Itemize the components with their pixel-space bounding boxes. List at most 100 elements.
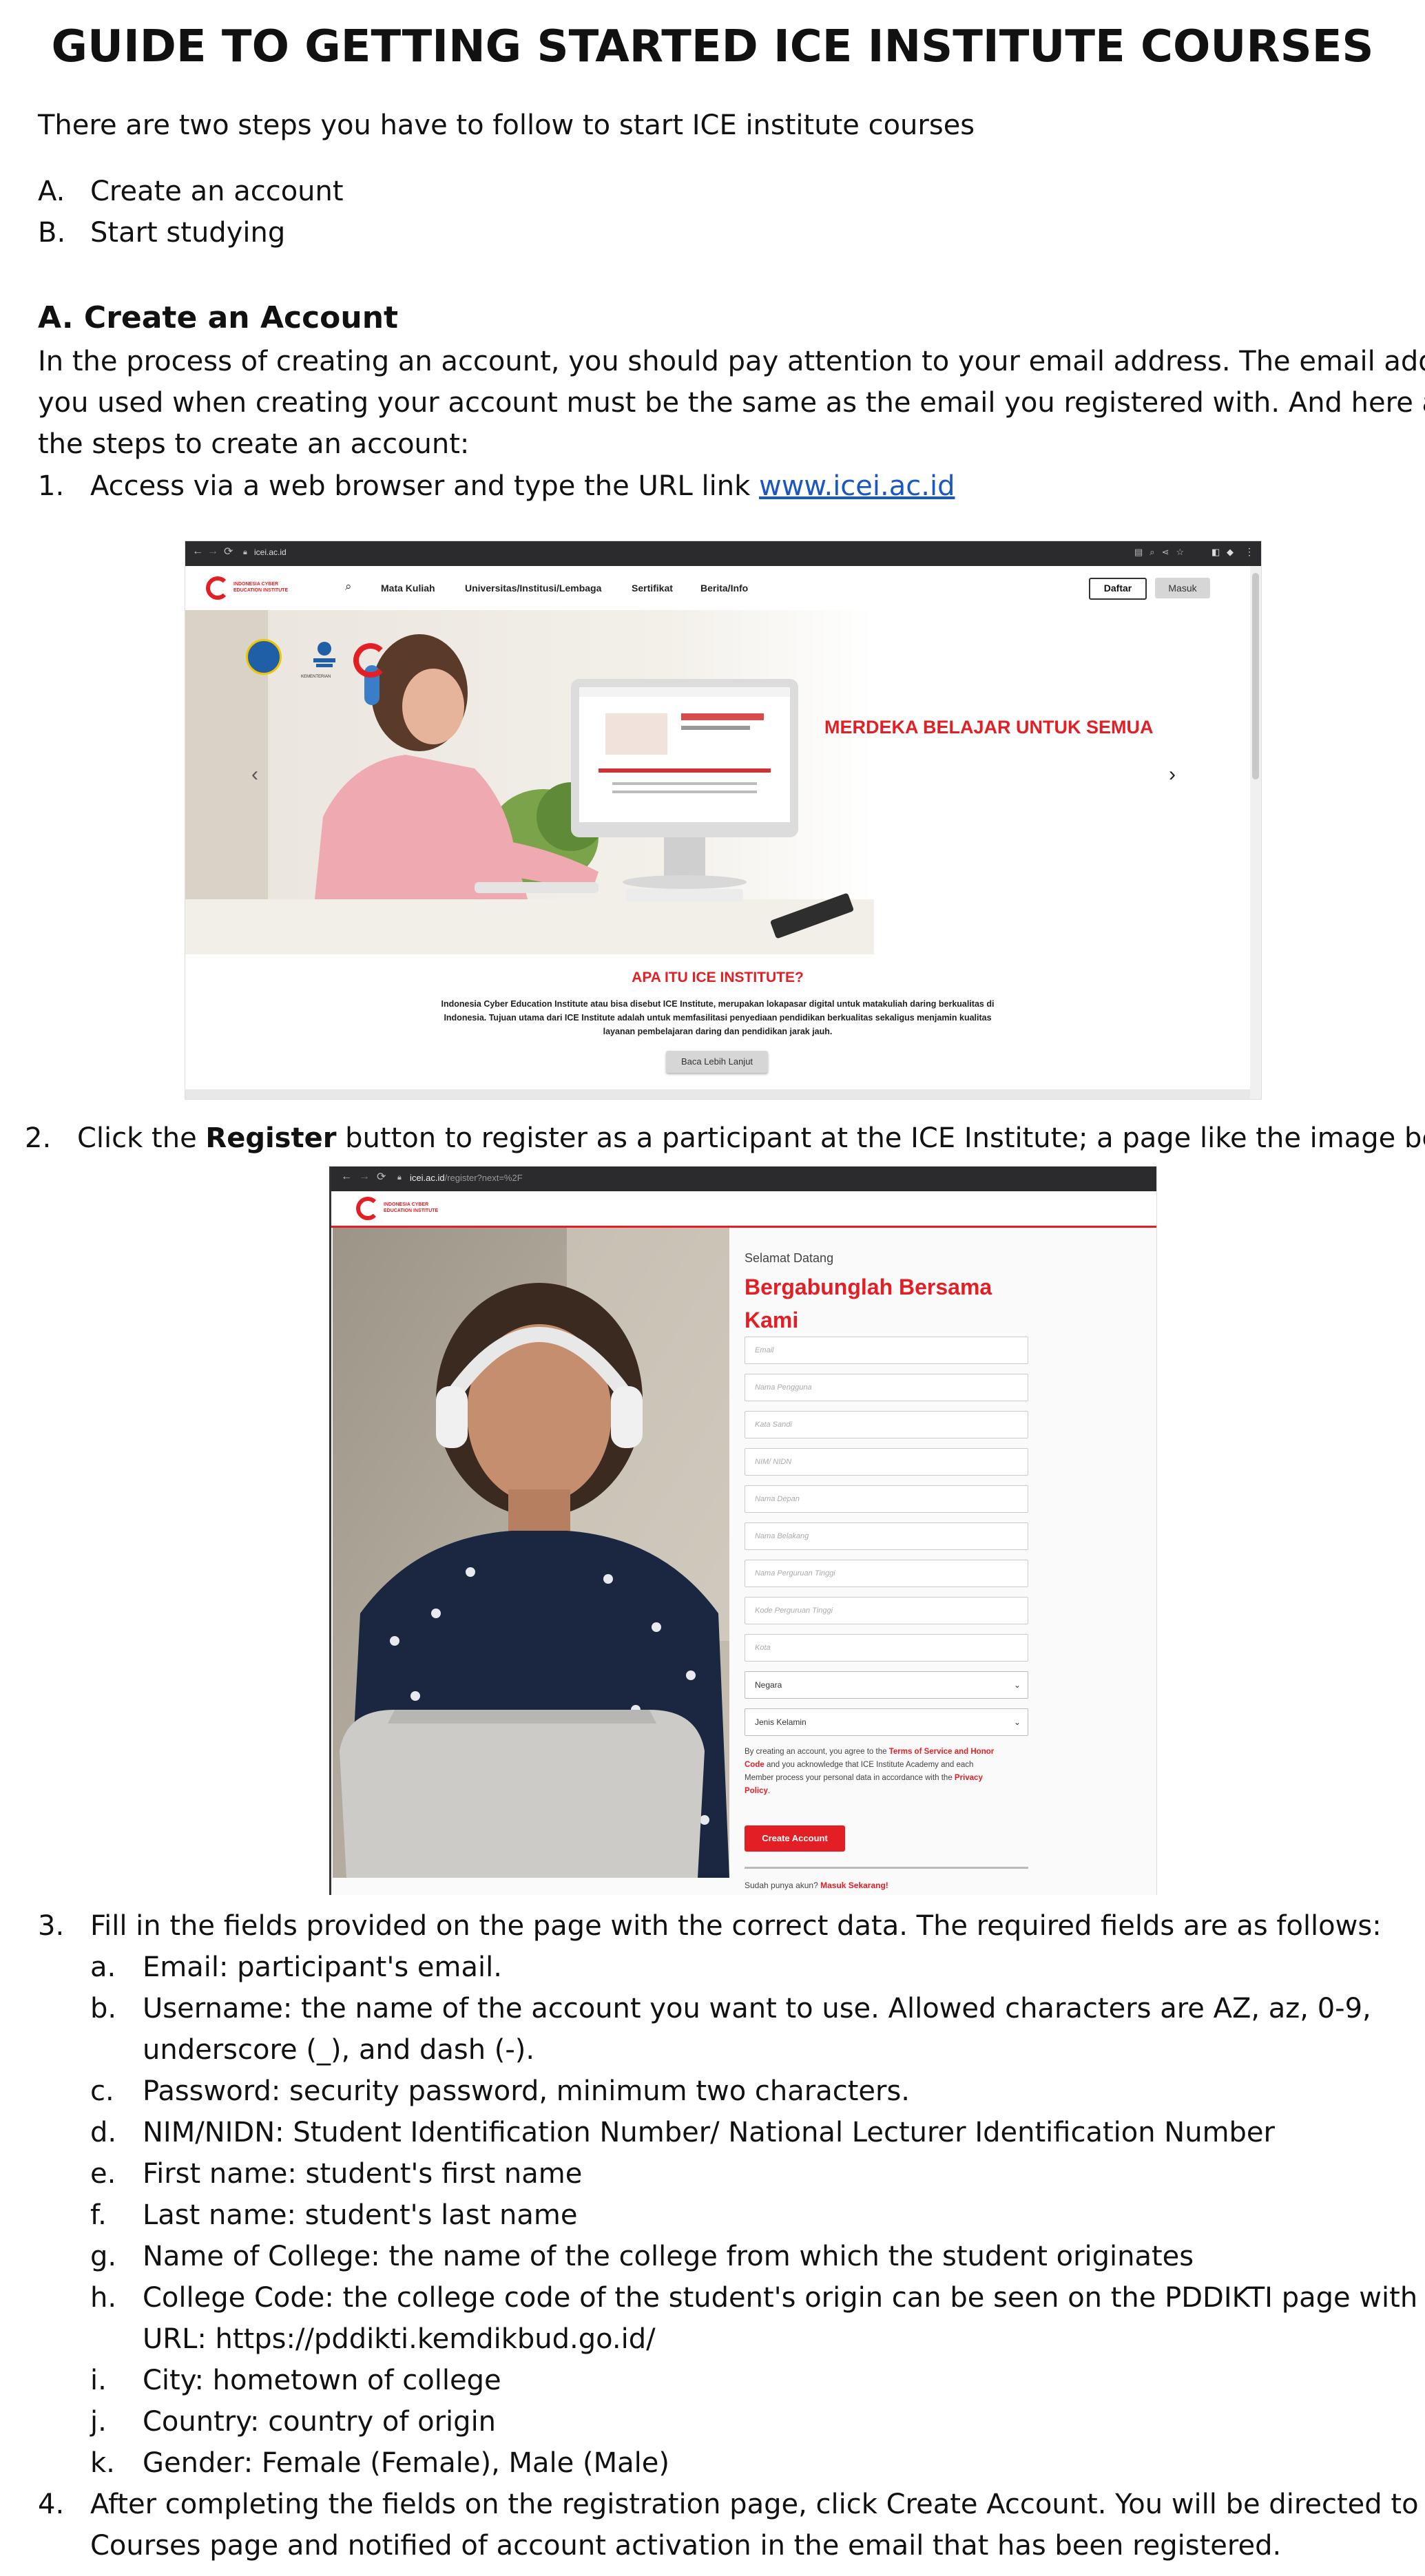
logo-line: EDUCATION INSTITUTE [233, 588, 289, 593]
logo-line: INDONESIA CYBER [233, 582, 279, 587]
overview-text: Create an account [90, 176, 344, 207]
step-text: Access via a web browser and type the UR… [90, 470, 759, 502]
url-host: icei.ac.id [410, 1173, 445, 1183]
nav-sertifikat[interactable]: Sertifikat [632, 583, 673, 594]
homepage-screenshot: ← → ⟳ 🔒︎ icei.ac.id ▤⌕⋖☆ ◧ ◆ ⋮ INDONESIA… [185, 541, 1262, 1100]
gender-select-value: Jenis Kelamin [755, 1717, 807, 1727]
welcome-text: Selamat Datang [745, 1251, 834, 1265]
browser-toolbar: ← → ⟳ 🔒︎ icei.ac.id ▤⌕⋖☆ ◧ ◆ ⋮ [185, 541, 1261, 566]
step-marker: 1. [38, 470, 65, 502]
menu-icon[interactable]: ⋮ [1245, 546, 1254, 558]
username-field[interactable]: Nama Pengguna [745, 1374, 1028, 1401]
carousel-next-icon[interactable]: › [1169, 763, 1176, 786]
site-header: INDONESIA CYBER EDUCATION INSTITUTE [331, 1191, 1156, 1228]
about-line: layanan pembelajaran daring dan pendidik… [603, 1027, 833, 1036]
section-a-heading: A. Create an Account [38, 300, 399, 335]
college-code-field[interactable]: Kode Perguruan Tinggi [745, 1597, 1028, 1624]
logo-line: EDUCATION INSTITUTE [384, 1208, 439, 1213]
reload-icon[interactable]: ⟳ [224, 545, 233, 558]
last-name-field[interactable]: Nama Belakang [745, 1522, 1028, 1550]
hero-banner: KEMENTERIAN MERDEKA BELAJAR UNTUK SEMUA … [185, 610, 1250, 954]
city-field[interactable]: Kota [745, 1634, 1028, 1662]
ice-logo-icon[interactable] [356, 1197, 379, 1220]
terms-link[interactable]: Terms of Service and Honor [889, 1748, 995, 1756]
login-link[interactable]: Masuk Sekarang! [820, 1881, 888, 1890]
browser-actions-icon: ▤⌕⋖☆ [1134, 547, 1192, 557]
create-account-button[interactable]: Create Account [745, 1825, 845, 1852]
first-name-field[interactable]: Nama Depan [745, 1485, 1028, 1513]
privacy-link[interactable]: Privacy [955, 1774, 983, 1782]
masuk-button[interactable]: Masuk [1155, 578, 1210, 598]
step-marker: 2. [25, 1122, 52, 1154]
nim-nidn-field[interactable]: NIM/ NIDN [745, 1448, 1028, 1476]
overview-text: Start studying [90, 217, 286, 249]
chevron-down-icon: ⌄ [1013, 1680, 1021, 1690]
back-icon[interactable]: ← [192, 545, 203, 558]
step-text: button to register as a participant at t… [336, 1122, 1425, 1154]
forward-icon[interactable]: → [207, 545, 218, 558]
hero-image [185, 610, 874, 954]
country-select[interactable]: Negara ⌄ [745, 1671, 1028, 1699]
about-title: APA ITU ICE INSTITUTE? [632, 970, 804, 985]
lock-icon: 🔒︎ [243, 548, 247, 556]
student-photo [333, 1228, 729, 1878]
page-title: GUIDE TO GETTING STARTED ICE INSTITUTE C… [51, 21, 1374, 72]
about-text: Indonesia Cyber Education Institute atau… [185, 997, 1250, 1038]
read-more-button[interactable]: Baca Lebih Lanjut [666, 1051, 768, 1073]
step-text: Courses page and notified of account act… [90, 2530, 1282, 2562]
address-bar[interactable]: icei.ac.id/register?next=%2F [410, 1173, 523, 1183]
address-bar[interactable]: icei.ac.id [254, 547, 287, 557]
carousel-prev-icon[interactable]: ‹ [251, 763, 258, 786]
terms-text: By creating an account, you agree to the… [745, 1748, 995, 1795]
password-field[interactable]: Kata Sandi [745, 1411, 1028, 1438]
gender-select[interactable]: Jenis Kelamin ⌄ [745, 1708, 1028, 1736]
ministry-caption: KEMENTERIAN [301, 675, 331, 679]
forward-icon[interactable]: → [359, 1171, 370, 1183]
logo-text: INDONESIA CYBER EDUCATION INSTITUTE [233, 581, 288, 594]
chevron-down-icon: ⌄ [1013, 1717, 1021, 1727]
scrollbar[interactable] [1250, 566, 1261, 1099]
back-icon[interactable]: ← [341, 1171, 352, 1183]
step-text: Click the [77, 1122, 206, 1154]
section-a-para-line: In the process of creating an account, y… [38, 346, 1425, 377]
hero-slogan: MERDEKA BELAJAR UNTUK SEMUA [824, 717, 1154, 737]
tutwuri-logo-icon [246, 639, 282, 675]
register-emphasis: Register [205, 1122, 337, 1154]
country-select-value: Negara [755, 1680, 782, 1690]
sidebar-icon[interactable]: ◧ [1211, 547, 1220, 558]
horizontal-scrollbar[interactable] [185, 1089, 1250, 1099]
section-a-para-line: you used when creating your account must… [38, 387, 1425, 419]
college-name-field[interactable]: Nama Perguruan Tinggi [745, 1560, 1028, 1587]
ice-hero-logo-icon [353, 643, 388, 678]
search-icon[interactable]: ⌕ [345, 580, 352, 594]
overview-marker: A. [38, 176, 65, 207]
daftar-button[interactable]: Daftar [1089, 578, 1147, 600]
step-text: Fill in the fields provided on the page … [90, 1910, 1382, 1942]
icei-url-link[interactable]: www.icei.ac.id [759, 470, 955, 502]
lock-icon: 🔒︎ [397, 1173, 402, 1182]
about-line: Indonesia. Tujuan utama dari ICE Institu… [444, 1013, 992, 1023]
nav-universitas[interactable]: Universitas/Institusi/Lembaga [465, 583, 601, 594]
scrollbar-thumb[interactable] [1252, 573, 1259, 779]
extension-icon[interactable]: ◆ [1227, 547, 1234, 558]
ice-logo-icon[interactable] [206, 576, 229, 600]
overview-marker: B. [38, 217, 66, 249]
heading-line: Kami [745, 1308, 799, 1332]
step-text: After completing the fields on the regis… [90, 2489, 1425, 2520]
form-heading: Bergabunglah Bersama Kami [745, 1270, 992, 1337]
logo-line: INDONESIA CYBER [384, 1202, 429, 1207]
heading-line: Bergabunglah Bersama [745, 1275, 992, 1299]
privacy-link[interactable]: Policy [745, 1787, 768, 1795]
step-marker: 3. [38, 1910, 65, 1942]
email-field[interactable]: Email [745, 1337, 1028, 1364]
url-path: /register?next=%2F [444, 1173, 523, 1183]
terms-link[interactable]: Code [745, 1761, 764, 1769]
divider [745, 1867, 1028, 1869]
section-a-para-line: the steps to create an account: [38, 428, 470, 460]
nav-berita[interactable]: Berita/Info [700, 583, 748, 594]
login-prompt: Sudah punya akun? Masuk Sekarang! [745, 1881, 888, 1890]
step-marker: 4. [38, 2489, 65, 2520]
site-header: INDONESIA CYBER EDUCATION INSTITUTE ⌕ Ma… [185, 566, 1250, 611]
reload-icon[interactable]: ⟳ [377, 1170, 386, 1184]
nav-mata-kuliah[interactable]: Mata Kuliah [381, 583, 435, 594]
